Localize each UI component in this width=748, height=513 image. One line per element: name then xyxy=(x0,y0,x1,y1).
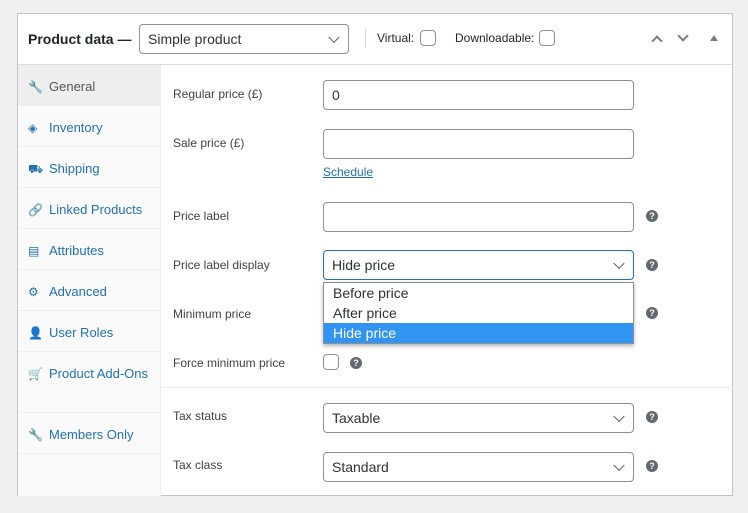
select-value: Taxable xyxy=(332,410,381,426)
tab-product-add-ons[interactable]: 🛒 Product Add-Ons xyxy=(18,352,160,413)
chevron-down-icon xyxy=(613,257,625,270)
virtual-checkbox[interactable] xyxy=(420,30,436,46)
product-data-panel: Product data — Simple product Virtual: D… xyxy=(17,13,733,496)
wrench-icon: 🔧 xyxy=(28,428,43,442)
price-label-display-dropdown: Before price After price Hide price xyxy=(323,282,634,344)
tab-label: Members Only xyxy=(49,427,134,442)
tax-class-label: Tax class xyxy=(173,458,223,472)
help-icon[interactable]: ? xyxy=(350,357,362,369)
tax-status-select[interactable]: Taxable xyxy=(323,403,634,433)
tab-label: Product Add-Ons xyxy=(49,366,148,381)
user-icon: 👤 xyxy=(28,326,43,340)
help-icon[interactable]: ? xyxy=(646,210,658,222)
chevron-down-icon xyxy=(328,31,340,44)
price-label-display-select[interactable]: Hide price xyxy=(323,250,634,280)
help-icon[interactable]: ? xyxy=(646,307,658,319)
tax-class-select[interactable]: Standard xyxy=(323,452,634,482)
move-up-icon[interactable] xyxy=(651,35,663,47)
tab-advanced[interactable]: ⚙ Advanced xyxy=(18,270,160,311)
force-minimum-price-label: Force minimum price xyxy=(173,356,286,370)
sale-price-label: Sale price (£) xyxy=(173,136,245,150)
regular-price-label: Regular price (£) xyxy=(173,87,263,101)
price-label-input[interactable] xyxy=(323,202,634,232)
dropdown-option-selected[interactable]: Hide price xyxy=(324,323,633,343)
minimum-price-label: Minimum price xyxy=(173,307,252,321)
list-icon: ▤ xyxy=(28,244,40,258)
help-icon[interactable]: ? xyxy=(646,460,658,472)
tab-general[interactable]: 🔧 General xyxy=(18,65,160,106)
price-label-label: Price label xyxy=(173,209,230,223)
divider xyxy=(365,28,366,48)
tab-label: Advanced xyxy=(49,284,107,299)
chevron-down-icon xyxy=(613,459,625,472)
tab-inventory[interactable]: ◈ Inventory xyxy=(18,106,160,147)
help-icon[interactable]: ? xyxy=(646,411,658,423)
gear-icon: ⚙ xyxy=(28,285,39,299)
panel-header: Product data — Simple product Virtual: D… xyxy=(18,14,732,65)
tab-label: Attributes xyxy=(49,243,104,258)
dropdown-option[interactable]: After price xyxy=(324,303,633,323)
tab-user-roles[interactable]: 👤 User Roles xyxy=(18,311,160,352)
regular-price-input[interactable]: 0 xyxy=(323,80,634,110)
cart-icon: 🛒 xyxy=(28,367,43,381)
truck-icon: ⛟ xyxy=(28,162,44,176)
product-type-select[interactable]: Simple product xyxy=(139,24,349,54)
dropdown-option[interactable]: Before price xyxy=(324,283,633,303)
tab-linked-products[interactable]: 🔗 Linked Products xyxy=(18,188,160,229)
tag-icon: ◈ xyxy=(28,121,38,135)
downloadable-checkbox[interactable] xyxy=(539,30,555,46)
chevron-down-icon xyxy=(613,410,625,423)
tab-label: Linked Products xyxy=(49,202,143,217)
tab-label: Shipping xyxy=(49,161,100,176)
collapse-toggle-icon[interactable] xyxy=(710,35,718,41)
product-type-value: Simple product xyxy=(148,31,242,47)
price-label-display-label: Price label display xyxy=(173,258,270,272)
sale-price-input[interactable] xyxy=(323,129,634,159)
force-minimum-price-checkbox[interactable] xyxy=(323,354,339,370)
downloadable-label: Downloadable: xyxy=(455,31,535,45)
help-icon[interactable]: ? xyxy=(646,259,658,271)
virtual-label: Virtual: xyxy=(377,31,415,45)
tab-members-only[interactable]: 🔧 Members Only xyxy=(18,413,160,454)
select-value: Standard xyxy=(332,459,389,475)
link-icon: 🔗 xyxy=(28,203,43,217)
tax-status-label: Tax status xyxy=(173,409,228,423)
section-divider xyxy=(161,387,733,388)
select-value: Hide price xyxy=(332,257,396,273)
move-down-icon[interactable] xyxy=(677,30,689,42)
panel-title: Product data — xyxy=(28,31,132,47)
wrench-icon: 🔧 xyxy=(28,80,43,94)
tab-label: User Roles xyxy=(49,325,114,340)
tab-shipping[interactable]: ⛟ Shipping xyxy=(18,147,160,188)
schedule-link[interactable]: Schedule xyxy=(323,165,373,179)
product-data-tabs: 🔧 General ◈ Inventory ⛟ Shipping 🔗 Linked Pr… xyxy=(18,65,161,496)
tab-label: General xyxy=(49,79,96,94)
tab-attributes[interactable]: ▤ Attributes xyxy=(18,229,160,270)
tab-label: Inventory xyxy=(49,120,103,135)
